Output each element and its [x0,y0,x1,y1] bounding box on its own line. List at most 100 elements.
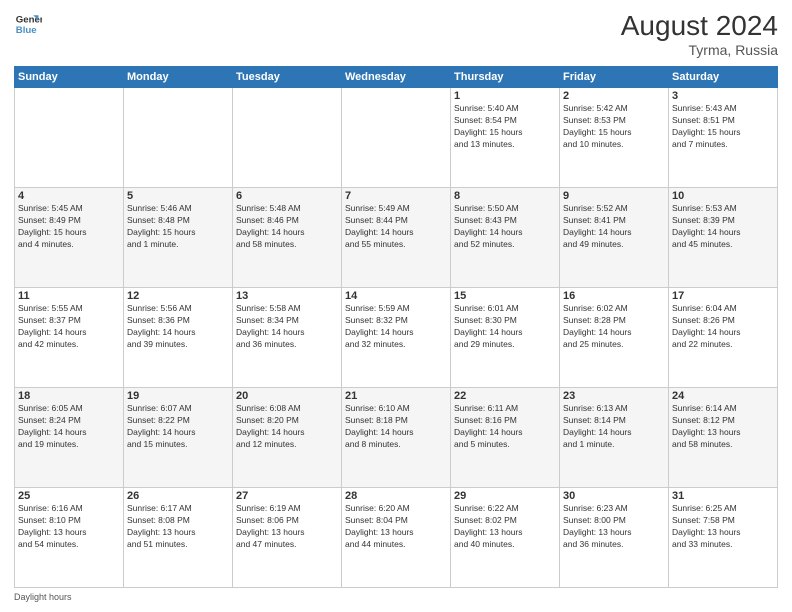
calendar-header-row: SundayMondayTuesdayWednesdayThursdayFrid… [15,67,778,88]
calendar-cell: 7Sunrise: 5:49 AM Sunset: 8:44 PM Daylig… [342,188,451,288]
day-info: Sunrise: 6:20 AM Sunset: 8:04 PM Dayligh… [345,503,447,551]
calendar-cell: 10Sunrise: 5:53 AM Sunset: 8:39 PM Dayli… [669,188,778,288]
calendar-cell: 9Sunrise: 5:52 AM Sunset: 8:41 PM Daylig… [560,188,669,288]
calendar-table: SundayMondayTuesdayWednesdayThursdayFrid… [14,66,778,588]
day-number: 27 [236,490,338,502]
calendar-cell: 1Sunrise: 5:40 AM Sunset: 8:54 PM Daylig… [451,88,560,188]
day-number: 15 [454,290,556,302]
day-info: Sunrise: 6:19 AM Sunset: 8:06 PM Dayligh… [236,503,338,551]
day-info: Sunrise: 5:59 AM Sunset: 8:32 PM Dayligh… [345,303,447,351]
calendar-cell: 30Sunrise: 6:23 AM Sunset: 8:00 PM Dayli… [560,488,669,588]
day-number: 17 [672,290,774,302]
day-number: 14 [345,290,447,302]
day-info: Sunrise: 5:45 AM Sunset: 8:49 PM Dayligh… [18,203,120,251]
day-info: Sunrise: 6:17 AM Sunset: 8:08 PM Dayligh… [127,503,229,551]
day-number: 24 [672,390,774,402]
logo-icon: General Blue [14,10,42,38]
calendar-cell: 3Sunrise: 5:43 AM Sunset: 8:51 PM Daylig… [669,88,778,188]
day-number: 16 [563,290,665,302]
calendar-cell: 29Sunrise: 6:22 AM Sunset: 8:02 PM Dayli… [451,488,560,588]
calendar-cell [233,88,342,188]
day-number: 6 [236,190,338,202]
location: Tyrma, Russia [621,42,778,58]
day-info: Sunrise: 6:14 AM Sunset: 8:12 PM Dayligh… [672,403,774,451]
day-number: 2 [563,90,665,102]
column-header-sunday: Sunday [15,67,124,88]
day-number: 11 [18,290,120,302]
footer-note: Daylight hours [14,592,778,602]
day-number: 22 [454,390,556,402]
column-header-tuesday: Tuesday [233,67,342,88]
day-number: 28 [345,490,447,502]
calendar-cell: 13Sunrise: 5:58 AM Sunset: 8:34 PM Dayli… [233,288,342,388]
day-number: 4 [18,190,120,202]
day-number: 10 [672,190,774,202]
day-info: Sunrise: 6:08 AM Sunset: 8:20 PM Dayligh… [236,403,338,451]
day-info: Sunrise: 6:05 AM Sunset: 8:24 PM Dayligh… [18,403,120,451]
day-info: Sunrise: 5:55 AM Sunset: 8:37 PM Dayligh… [18,303,120,351]
day-number: 7 [345,190,447,202]
day-number: 30 [563,490,665,502]
calendar-cell [124,88,233,188]
calendar-cell [15,88,124,188]
calendar-cell: 17Sunrise: 6:04 AM Sunset: 8:26 PM Dayli… [669,288,778,388]
day-number: 21 [345,390,447,402]
title-block: August 2024 Tyrma, Russia [621,10,778,58]
calendar-cell: 2Sunrise: 5:42 AM Sunset: 8:53 PM Daylig… [560,88,669,188]
calendar-cell: 11Sunrise: 5:55 AM Sunset: 8:37 PM Dayli… [15,288,124,388]
day-info: Sunrise: 6:13 AM Sunset: 8:14 PM Dayligh… [563,403,665,451]
calendar-cell: 27Sunrise: 6:19 AM Sunset: 8:06 PM Dayli… [233,488,342,588]
logo: General Blue [14,10,42,38]
day-number: 20 [236,390,338,402]
calendar-cell: 23Sunrise: 6:13 AM Sunset: 8:14 PM Dayli… [560,388,669,488]
calendar-cell: 16Sunrise: 6:02 AM Sunset: 8:28 PM Dayli… [560,288,669,388]
day-number: 23 [563,390,665,402]
day-info: Sunrise: 5:50 AM Sunset: 8:43 PM Dayligh… [454,203,556,251]
day-info: Sunrise: 6:07 AM Sunset: 8:22 PM Dayligh… [127,403,229,451]
day-info: Sunrise: 5:53 AM Sunset: 8:39 PM Dayligh… [672,203,774,251]
calendar-cell: 20Sunrise: 6:08 AM Sunset: 8:20 PM Dayli… [233,388,342,488]
day-number: 12 [127,290,229,302]
calendar-cell: 14Sunrise: 5:59 AM Sunset: 8:32 PM Dayli… [342,288,451,388]
calendar-cell: 4Sunrise: 5:45 AM Sunset: 8:49 PM Daylig… [15,188,124,288]
day-number: 8 [454,190,556,202]
calendar-cell: 22Sunrise: 6:11 AM Sunset: 8:16 PM Dayli… [451,388,560,488]
calendar-cell: 31Sunrise: 6:25 AM Sunset: 7:58 PM Dayli… [669,488,778,588]
day-info: Sunrise: 6:25 AM Sunset: 7:58 PM Dayligh… [672,503,774,551]
day-info: Sunrise: 5:48 AM Sunset: 8:46 PM Dayligh… [236,203,338,251]
day-info: Sunrise: 5:52 AM Sunset: 8:41 PM Dayligh… [563,203,665,251]
page-header: General Blue August 2024 Tyrma, Russia [14,10,778,58]
calendar-cell: 25Sunrise: 6:16 AM Sunset: 8:10 PM Dayli… [15,488,124,588]
calendar-cell: 24Sunrise: 6:14 AM Sunset: 8:12 PM Dayli… [669,388,778,488]
day-number: 5 [127,190,229,202]
column-header-monday: Monday [124,67,233,88]
day-info: Sunrise: 5:42 AM Sunset: 8:53 PM Dayligh… [563,103,665,151]
calendar-cell: 18Sunrise: 6:05 AM Sunset: 8:24 PM Dayli… [15,388,124,488]
day-number: 1 [454,90,556,102]
column-header-thursday: Thursday [451,67,560,88]
calendar-cell: 12Sunrise: 5:56 AM Sunset: 8:36 PM Dayli… [124,288,233,388]
day-info: Sunrise: 6:04 AM Sunset: 8:26 PM Dayligh… [672,303,774,351]
column-header-saturday: Saturday [669,67,778,88]
day-info: Sunrise: 5:56 AM Sunset: 8:36 PM Dayligh… [127,303,229,351]
day-info: Sunrise: 5:58 AM Sunset: 8:34 PM Dayligh… [236,303,338,351]
day-number: 18 [18,390,120,402]
calendar-cell: 26Sunrise: 6:17 AM Sunset: 8:08 PM Dayli… [124,488,233,588]
svg-text:Blue: Blue [16,25,37,36]
calendar-week-2: 4Sunrise: 5:45 AM Sunset: 8:49 PM Daylig… [15,188,778,288]
day-number: 9 [563,190,665,202]
month-title: August 2024 [621,10,778,42]
calendar-cell: 15Sunrise: 6:01 AM Sunset: 8:30 PM Dayli… [451,288,560,388]
day-number: 26 [127,490,229,502]
day-info: Sunrise: 6:23 AM Sunset: 8:00 PM Dayligh… [563,503,665,551]
day-number: 3 [672,90,774,102]
day-info: Sunrise: 5:43 AM Sunset: 8:51 PM Dayligh… [672,103,774,151]
day-info: Sunrise: 6:11 AM Sunset: 8:16 PM Dayligh… [454,403,556,451]
day-info: Sunrise: 6:01 AM Sunset: 8:30 PM Dayligh… [454,303,556,351]
day-number: 31 [672,490,774,502]
day-number: 29 [454,490,556,502]
day-info: Sunrise: 5:40 AM Sunset: 8:54 PM Dayligh… [454,103,556,151]
calendar-week-3: 11Sunrise: 5:55 AM Sunset: 8:37 PM Dayli… [15,288,778,388]
calendar-cell: 21Sunrise: 6:10 AM Sunset: 8:18 PM Dayli… [342,388,451,488]
calendar-cell [342,88,451,188]
